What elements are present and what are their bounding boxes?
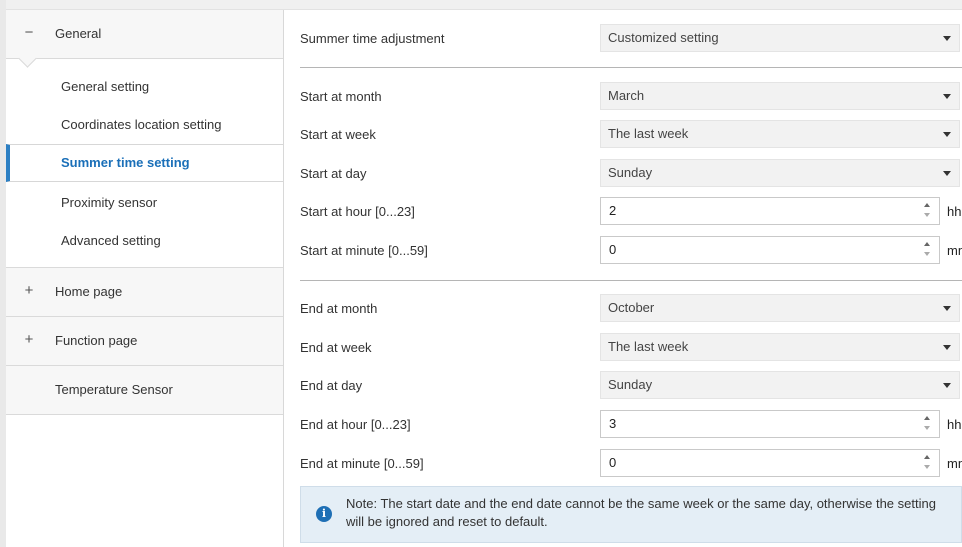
- row-summer-time-adjustment: Summer time adjustment Customized settin…: [300, 24, 962, 54]
- field-label: End at hour [0...23]: [300, 417, 411, 432]
- select-value: March: [608, 88, 645, 103]
- field-label: Start at hour [0...23]: [300, 204, 415, 219]
- sidebar-group-temperature-sensor[interactable]: Temperature Sensor: [6, 366, 283, 415]
- spin-arrows-icon[interactable]: [923, 454, 933, 472]
- field-label: Start at minute [0...59]: [300, 243, 428, 258]
- expand-icon[interactable]: +: [21, 283, 37, 299]
- select-value: The last week: [608, 339, 689, 354]
- dropdown-arrow-icon: [943, 345, 951, 350]
- window-top-edge: [6, 0, 962, 10]
- spin-arrows-icon[interactable]: [923, 241, 933, 259]
- sidebar-item-general-setting[interactable]: General setting: [6, 68, 283, 106]
- field-label: End at month: [300, 301, 378, 316]
- row-start-month: Start at month March: [300, 82, 962, 112]
- end-month-select[interactable]: October: [600, 294, 960, 322]
- end-day-select[interactable]: Sunday: [600, 371, 960, 399]
- field-label: End at minute [0...59]: [300, 456, 424, 471]
- start-week-select[interactable]: The last week: [600, 120, 960, 148]
- end-week-select[interactable]: The last week: [600, 333, 960, 361]
- select-value: October: [608, 300, 655, 315]
- summer-time-adjustment-select[interactable]: Customized setting: [600, 24, 960, 52]
- dropdown-arrow-icon: [943, 36, 951, 41]
- field-label: Start at month: [300, 89, 382, 104]
- sidebar-group-label: Home page: [55, 284, 123, 299]
- stepper-value: 2: [609, 203, 617, 218]
- sidebar-item-coordinates-location-setting[interactable]: Coordinates location setting: [6, 106, 283, 144]
- sidebar-group-label: Temperature Sensor: [55, 382, 173, 397]
- sidebar-group-home-page[interactable]: + Home page: [6, 268, 283, 317]
- start-day-select[interactable]: Sunday: [600, 159, 960, 187]
- row-end-month: End at month October: [300, 294, 962, 324]
- start-month-select[interactable]: March: [600, 82, 960, 110]
- row-end-hour: End at hour [0...23] 3 hh: [300, 410, 962, 440]
- collapse-icon[interactable]: −: [21, 25, 37, 41]
- row-end-day: End at day Sunday: [300, 371, 962, 401]
- unit-label: mm: [947, 456, 962, 471]
- sidebar-group-label: General: [55, 26, 102, 41]
- field-label: Start at day: [300, 166, 367, 181]
- dropdown-arrow-icon: [943, 383, 951, 388]
- unit-label: hh: [947, 204, 962, 219]
- select-value: The last week: [608, 126, 689, 141]
- row-start-day: Start at day Sunday: [300, 159, 962, 189]
- general-subitems: General setting Coordinates location set…: [6, 69, 283, 268]
- unit-label: hh: [947, 417, 962, 432]
- settings-panel: Summer time adjustment Customized settin…: [285, 10, 962, 547]
- field-label: Summer time adjustment: [300, 31, 445, 46]
- expand-icon[interactable]: +: [21, 332, 37, 348]
- sidebar-item-advanced-setting[interactable]: Advanced setting: [6, 222, 283, 260]
- field-label: Start at week: [300, 127, 376, 142]
- end-minute-stepper[interactable]: 0: [600, 449, 940, 477]
- end-hour-stepper[interactable]: 3: [600, 410, 940, 438]
- select-value: Sunday: [608, 165, 653, 180]
- spin-arrows-icon[interactable]: [923, 415, 933, 433]
- sidebar: − General General setting Coordinates lo…: [6, 10, 284, 547]
- spin-arrows-icon[interactable]: [923, 202, 933, 220]
- dropdown-arrow-icon: [943, 306, 951, 311]
- note-text: Note: The start date and the end date ca…: [346, 496, 936, 529]
- field-label: End at week: [300, 340, 372, 355]
- sidebar-group-label: Function page: [55, 333, 138, 348]
- row-start-minute: Start at minute [0...59] 0 mm: [300, 236, 962, 266]
- unit-label: mm: [947, 243, 962, 258]
- note-box: i Note: The start date and the end date …: [300, 486, 962, 543]
- info-icon: i: [316, 506, 332, 522]
- sidebar-item-proximity-sensor[interactable]: Proximity sensor: [6, 184, 283, 222]
- dropdown-arrow-icon: [943, 132, 951, 137]
- select-value: Customized setting: [608, 30, 719, 45]
- dropdown-arrow-icon: [943, 94, 951, 99]
- start-hour-stepper[interactable]: 2: [600, 197, 940, 225]
- sidebar-group-general[interactable]: − General: [6, 10, 283, 68]
- select-value: Sunday: [608, 377, 653, 392]
- expanded-indicator: [18, 49, 37, 68]
- stepper-value: 3: [609, 416, 617, 431]
- row-end-week: End at week The last week: [300, 333, 962, 363]
- field-label: End at day: [300, 378, 363, 393]
- sidebar-item-summer-time-setting[interactable]: Summer time setting: [6, 144, 283, 182]
- row-start-week: Start at week The last week: [300, 120, 962, 150]
- separator: [300, 280, 962, 281]
- stepper-value: 0: [609, 242, 617, 257]
- row-end-minute: End at minute [0...59] 0 mm: [300, 449, 962, 479]
- dropdown-arrow-icon: [943, 171, 951, 176]
- stepper-value: 0: [609, 455, 617, 470]
- sidebar-group-function-page[interactable]: + Function page: [6, 317, 283, 366]
- row-start-hour: Start at hour [0...23] 2 hh: [300, 197, 962, 227]
- separator: [300, 67, 962, 68]
- start-minute-stepper[interactable]: 0: [600, 236, 940, 264]
